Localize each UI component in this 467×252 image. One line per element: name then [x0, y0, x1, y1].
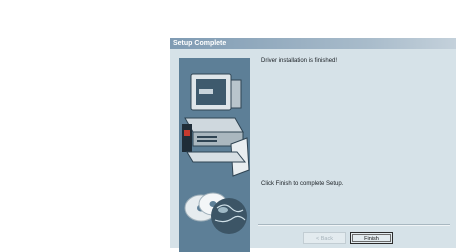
title-bar[interactable]: Setup Complete [170, 38, 456, 49]
back-button[interactable]: < Back [303, 232, 346, 244]
finish-button[interactable]: Finish [350, 232, 393, 244]
instruction-message: Click Finish to complete Setup. [261, 181, 344, 187]
computer-cd-globe-icon [182, 73, 250, 234]
finished-message: Driver installation is finished! [261, 58, 338, 64]
button-separator [258, 224, 450, 226]
setup-illustration [179, 58, 250, 252]
setup-dialog: Setup Complete Driver installation is fi… [170, 38, 456, 252]
window-title: Setup Complete [173, 40, 227, 47]
